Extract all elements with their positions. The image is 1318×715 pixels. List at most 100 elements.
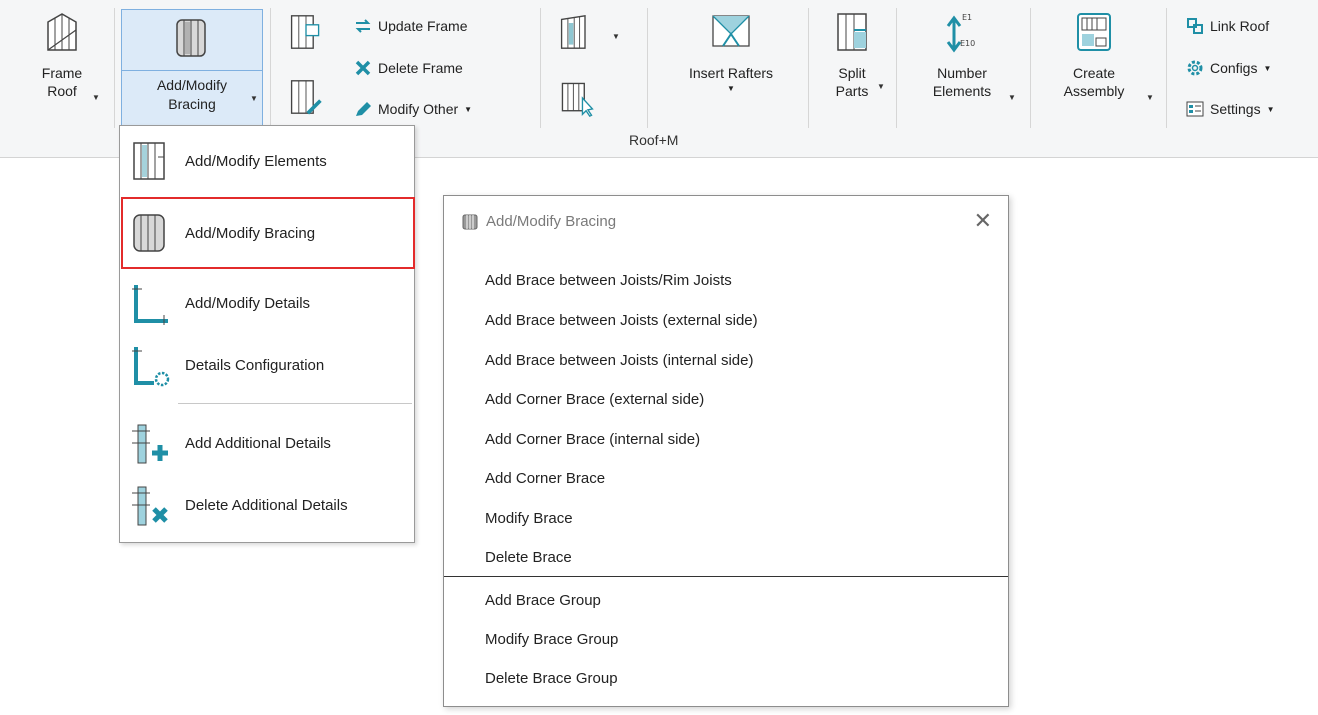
create-assembly-label-2: Assembly	[1063, 83, 1125, 99]
create-assembly-button[interactable]: Create Assembly	[1046, 6, 1142, 100]
bracing-dropdown-menu: Add/Modify Elements Add/Modify Bracing A…	[119, 125, 415, 543]
create-assembly-caret[interactable]: ▼	[1146, 93, 1154, 102]
menu-item-add-additional-details[interactable]: Add Additional Details	[120, 414, 414, 472]
modify-other-label: Modify Other	[378, 101, 459, 117]
menu-item-label: Add/Modify Bracing	[185, 224, 316, 242]
bracing-icon	[133, 214, 165, 252]
elements-layout-icon[interactable]	[558, 12, 594, 52]
menu-item-delete-additional-details[interactable]: Delete Additional Details	[120, 476, 414, 534]
add-modify-bracing-label-1: Add/Modify	[156, 77, 228, 93]
details-config-icon	[132, 347, 170, 387]
split-parts-label-1: Split	[838, 65, 866, 81]
gear-icon	[1187, 60, 1203, 76]
modify-other-button[interactable]: Modify Other ▼	[354, 98, 472, 120]
ribbon-separator	[270, 8, 271, 128]
delete-frame-label: Delete Frame	[378, 60, 463, 76]
dialog-option[interactable]: Add Brace between Joists/Rim Joists	[485, 272, 732, 289]
menu-item-add-modify-bracing[interactable]: Add/Modify Bracing	[120, 204, 414, 262]
dialog-option[interactable]: Add Corner Brace (external side)	[485, 391, 704, 408]
settings-caret: ▼	[1266, 104, 1275, 114]
dialog-option[interactable]: Add Corner Brace	[485, 470, 605, 487]
split-parts-caret[interactable]: ▼	[877, 82, 885, 91]
insert-rafters-caret: ▼	[727, 84, 735, 93]
dialog-title-bar: Add/Modify Bracing	[462, 213, 616, 230]
delete-x-icon	[355, 60, 371, 76]
dialog-option[interactable]: Add Brace between Joists (internal side)	[485, 352, 753, 369]
menu-item-label: Delete Additional Details	[185, 496, 348, 514]
split-parts-label-2: Parts	[835, 83, 869, 99]
bracing-icon	[462, 214, 478, 229]
ribbon-separator	[540, 8, 541, 128]
dialog-divider	[444, 576, 1008, 577]
configs-label: Configs	[1210, 60, 1258, 76]
create-assembly-label-1: Create	[1072, 65, 1116, 81]
modify-frame-big-icon[interactable]	[288, 76, 324, 118]
settings-panel-icon	[1186, 101, 1204, 117]
ribbon-separator	[1166, 8, 1167, 128]
number-elements-icon: E1 E10	[946, 13, 975, 53]
add-modify-bracing-label-2: Bracing	[168, 96, 216, 112]
link-roof-label: Link Roof	[1210, 18, 1270, 34]
close-icon[interactable]: ✕	[974, 210, 992, 232]
split-parts-button[interactable]: Split Parts	[822, 6, 882, 100]
number-elements-button[interactable]: E1 E10 Number Elements	[910, 6, 1014, 100]
menu-item-label: Details Configuration	[185, 356, 325, 374]
configs-button[interactable]: Configs ▼	[1186, 57, 1271, 79]
link-icon	[1187, 18, 1203, 34]
update-frame-big-icon[interactable]	[288, 12, 324, 52]
number-elements-label-1: Number	[937, 65, 987, 81]
select-elements-icon[interactable]	[558, 78, 596, 118]
frame-roof-icon	[47, 13, 77, 51]
delete-details-icon	[132, 486, 168, 526]
insert-rafters-label: Insert Rafters	[688, 65, 774, 81]
modify-other-caret: ▼	[464, 104, 473, 114]
menu-item-label: Add/Modify Elements	[185, 152, 327, 170]
number-icon-bottom: E10	[960, 39, 975, 48]
number-elements-label-2: Elements	[932, 83, 992, 99]
number-elements-caret[interactable]: ▼	[1008, 93, 1016, 102]
elements-layout-caret[interactable]: ▼	[612, 32, 620, 41]
frame-roof-caret[interactable]: ▼	[92, 93, 100, 102]
details-icon	[132, 285, 168, 325]
dialog-option[interactable]: Modify Brace	[485, 510, 573, 527]
add-modify-bracing-dialog: Add/Modify Bracing ✕ Add Brace between J…	[443, 195, 1009, 707]
bracing-icon	[176, 19, 206, 57]
dialog-option[interactable]: Delete Brace	[485, 549, 572, 566]
delete-frame-button[interactable]: Delete Frame	[354, 57, 463, 79]
dialog-group-option[interactable]: Modify Brace Group	[485, 631, 618, 648]
dialog-group-option[interactable]: Add Brace Group	[485, 592, 601, 609]
dialog-title: Add/Modify Bracing	[486, 213, 617, 230]
elements-icon	[133, 142, 165, 180]
frame-roof-label-2: Roof	[47, 83, 77, 99]
update-frame-button[interactable]: Update Frame	[354, 15, 467, 37]
dialog-option[interactable]: Add Corner Brace (internal side)	[485, 431, 700, 448]
add-modify-bracing-caret[interactable]: ▼	[250, 94, 258, 103]
menu-item-details-configuration[interactable]: Details Configuration	[120, 336, 414, 394]
link-roof-button[interactable]: Link Roof	[1186, 15, 1269, 37]
dialog-group-option[interactable]: Delete Brace Group	[485, 670, 618, 687]
menu-item-label: Add Additional Details	[185, 434, 331, 452]
settings-button[interactable]: Settings ▼	[1186, 98, 1275, 120]
dialog-option[interactable]: Add Brace between Joists (external side)	[485, 312, 758, 329]
split-parts-icon	[837, 13, 867, 51]
ribbon-panel-label: Roof+M	[629, 132, 679, 148]
frame-roof-label-1: Frame	[41, 65, 83, 81]
insert-rafters-icon	[712, 15, 750, 47]
create-assembly-icon	[1077, 13, 1111, 51]
update-arrows-icon	[355, 19, 371, 33]
ribbon-separator	[896, 8, 897, 128]
add-details-icon	[132, 424, 168, 464]
menu-item-add-modify-details[interactable]: Add/Modify Details	[120, 274, 414, 332]
settings-label: Settings	[1210, 101, 1261, 117]
menu-item-add-modify-elements[interactable]: Add/Modify Elements	[120, 132, 414, 190]
add-modify-bracing-button[interactable]: Add/Modify Bracing ▼	[121, 9, 263, 126]
update-frame-label: Update Frame	[378, 18, 468, 34]
insert-rafters-button[interactable]: Insert Rafters ▼	[665, 6, 797, 93]
ribbon-separator	[1030, 8, 1031, 128]
configs-caret: ▼	[1263, 63, 1272, 73]
number-icon-top: E1	[962, 13, 972, 22]
ribbon-separator	[808, 8, 809, 128]
menu-separator	[178, 403, 412, 404]
pencil-icon	[356, 102, 371, 116]
frame-roof-button[interactable]: Frame Roof	[22, 6, 102, 100]
